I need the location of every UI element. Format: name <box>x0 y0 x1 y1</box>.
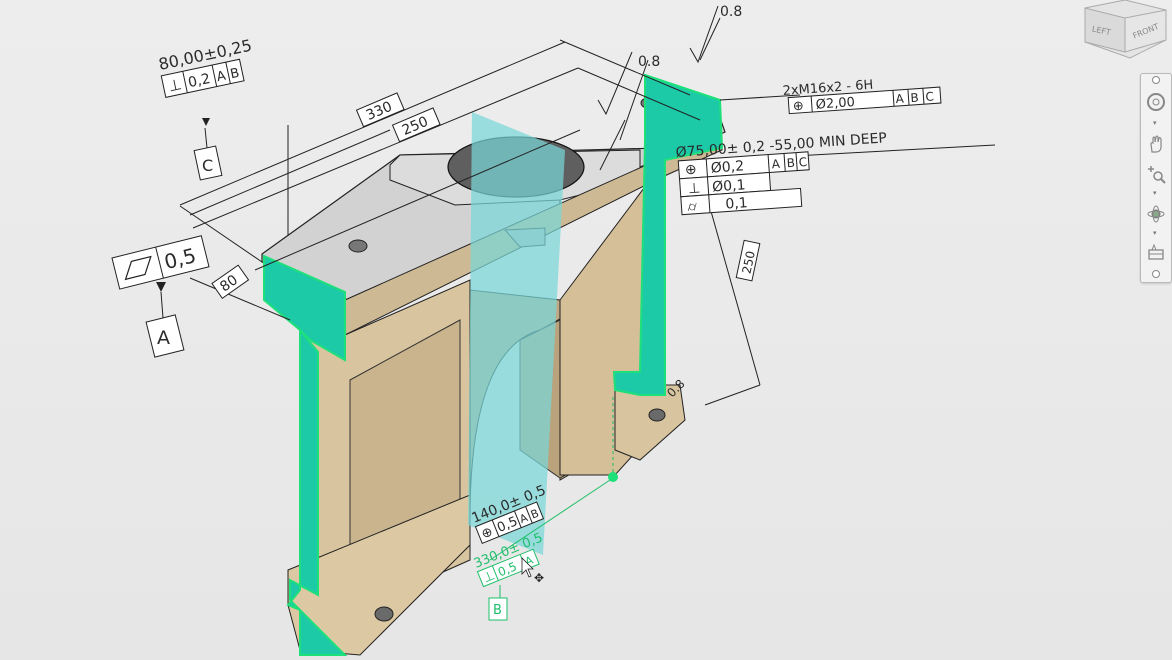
orbit-button[interactable] <box>1144 202 1168 226</box>
3d-viewport[interactable]: 80,00±0,25 ⊥ 0,2 A B C 0,5 A 330 250 80 … <box>0 0 1172 660</box>
look-at-button[interactable] <box>1144 240 1168 264</box>
datum-a-text: A <box>157 327 170 349</box>
selection-point[interactable] <box>608 472 618 482</box>
view-cube[interactable]: LEFT FRONT <box>1080 0 1170 62</box>
svg-text:Ø2,00: Ø2,00 <box>815 95 855 113</box>
svg-text:B: B <box>786 156 795 171</box>
datum-a-tag: A <box>145 282 185 358</box>
roughness-mid-symbol <box>597 51 633 116</box>
model-canvas[interactable]: 80,00±0,25 ⊥ 0,2 A B C 0,5 A 330 250 80 … <box>0 0 1172 660</box>
section-plane[interactable] <box>468 112 565 555</box>
hole-callout: Ø75,00± 0,2 -55,00 MIN DEEP ⊕ Ø0,2 A B C… <box>675 130 887 216</box>
steering-wheel-button[interactable] <box>1144 90 1168 114</box>
dim-80-label: 80 <box>211 264 250 299</box>
svg-text:⊥: ⊥ <box>688 180 701 197</box>
dim-250-label: 250 <box>391 107 441 143</box>
flatness-callout: 0,5 <box>111 235 210 290</box>
pan-button[interactable] <box>1144 132 1168 156</box>
datum-b-tag: B <box>488 597 508 621</box>
steering-wheel-icon <box>1147 93 1165 111</box>
navigation-bar: ▾ ▾ ▾ <box>1140 73 1172 283</box>
hand-icon <box>1150 135 1162 153</box>
navbar-pin[interactable] <box>1152 76 1160 84</box>
steering-dropdown-icon[interactable]: ▾ <box>1153 120 1157 127</box>
top-hole-left <box>348 239 368 253</box>
svg-text:⊕: ⊕ <box>792 99 804 115</box>
svg-text:0,1: 0,1 <box>725 195 748 213</box>
svg-text:B: B <box>910 91 919 106</box>
roughness-top-symbol <box>689 5 719 64</box>
svg-text:Ø0,2: Ø0,2 <box>710 158 744 176</box>
zoom-button[interactable] <box>1144 162 1168 186</box>
thread-callout: 2xM16x2 - 6H ⊕ Ø2,00 A B C <box>782 78 942 115</box>
datum-c-tag: C <box>193 118 223 181</box>
svg-text:⌭: ⌭ <box>687 200 698 216</box>
navbar-options[interactable] <box>1152 270 1160 278</box>
dim-250-vertical: 250 <box>735 239 761 282</box>
foot-hole-left <box>374 606 394 622</box>
look-at-icon <box>1148 243 1164 260</box>
dim-330-label: 330 <box>355 92 405 128</box>
top-size-callout: 80,00±0,25 ⊥ 0,2 A B <box>157 36 254 98</box>
zoom-dropdown-icon[interactable]: ▾ <box>1153 190 1157 197</box>
orbit-dropdown-icon[interactable]: ▾ <box>1153 230 1157 237</box>
zoom-icon <box>1148 166 1166 184</box>
svg-text:⊕: ⊕ <box>684 162 697 179</box>
orbit-icon <box>1147 205 1165 223</box>
datum-c-text: C <box>202 156 213 175</box>
roughness-mid: 0.8 <box>638 54 660 70</box>
foot-hole-right <box>648 408 666 422</box>
roughness-top: 0.8 <box>720 4 742 20</box>
svg-text:B: B <box>493 603 502 618</box>
svg-text:C: C <box>798 155 807 170</box>
svg-text:C: C <box>925 89 934 104</box>
svg-text:✥: ✥ <box>534 571 544 585</box>
